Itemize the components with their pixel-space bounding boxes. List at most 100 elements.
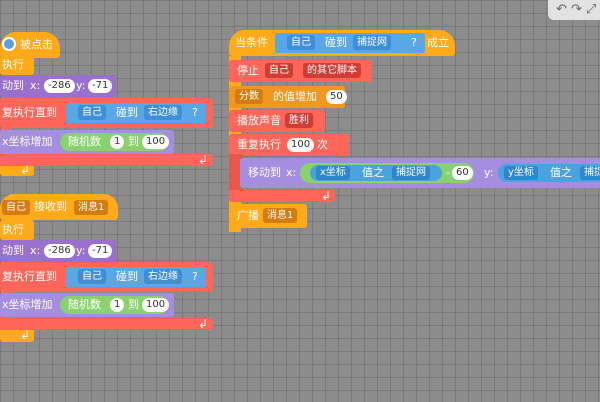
random-from-input[interactable]: 1 xyxy=(110,298,125,312)
x-input[interactable]: -286 xyxy=(44,244,75,258)
target-dropdown[interactable]: 捕捉网 xyxy=(353,35,391,50)
loop-arrow-icon: ↲ xyxy=(198,153,209,167)
loop-arrow-icon: ↲ xyxy=(198,317,209,331)
fullscreen-icon[interactable]: ⤢ xyxy=(586,1,596,19)
broadcast-label: 广播 xyxy=(237,209,259,222)
broadcast-block[interactable]: 广播 消息1 xyxy=(229,204,307,228)
y-label: y: xyxy=(76,79,86,92)
repeat-until-block[interactable]: 复执行直到 自己 碰到 右边缘 ? xyxy=(0,98,213,128)
x-expression[interactable]: x坐标 值之 捕捉网 - 60 xyxy=(300,163,474,183)
minus-input[interactable]: 60 xyxy=(452,166,473,180)
forever-block[interactable]: 执行 xyxy=(0,55,34,75)
sensing-reporter[interactable]: x坐标 值之 捕捉网 xyxy=(310,165,442,181)
question-label: ? xyxy=(192,270,198,283)
who-dropdown[interactable]: 自己 xyxy=(2,200,30,215)
random-to-input[interactable]: 100 xyxy=(142,298,170,312)
loop-arrow-icon: ↲ xyxy=(321,189,332,203)
y-input[interactable]: -71 xyxy=(88,79,113,93)
self-dropdown[interactable]: 自己 xyxy=(287,35,315,50)
moveto-label: 动到 xyxy=(2,244,24,257)
moveto-label: 动到 xyxy=(2,79,24,92)
increase-label: 的值增加 xyxy=(273,90,317,103)
touching-condition[interactable]: 自己 碰到 右边缘 ? xyxy=(66,267,206,287)
change-var-block[interactable]: 分数 的值增加 50 xyxy=(229,86,347,108)
repeat-block[interactable]: 重复执行 100 次 xyxy=(229,134,349,156)
y-label: y: xyxy=(484,166,494,179)
y-input[interactable]: -71 xyxy=(88,244,113,258)
random-label: 随机数 xyxy=(68,135,101,148)
when-receive-hat-block[interactable]: 自己 接收到 消息1 xyxy=(0,194,118,220)
change-x-block[interactable]: x坐标增加 随机数 1 到 100 xyxy=(0,293,174,317)
stop-block[interactable]: 停止 自己 的其它脚本 xyxy=(229,60,372,82)
x-input[interactable]: -286 xyxy=(44,79,75,93)
x-label: x: xyxy=(286,166,297,179)
play-sound-block[interactable]: 播放声音 胜利 xyxy=(229,110,325,132)
attribute-dropdown[interactable]: x坐标 xyxy=(316,166,350,180)
change-x-label: x坐标增加 xyxy=(2,135,53,148)
change-x-block[interactable]: x坐标增加 随机数 1 到 100 xyxy=(0,130,174,154)
x-label: x: xyxy=(30,244,41,257)
repeat-count-input[interactable]: 100 xyxy=(287,138,315,152)
edge-dropdown[interactable]: 右边缘 xyxy=(144,105,182,120)
increase-input[interactable]: 50 xyxy=(326,90,347,104)
to-label: 到 xyxy=(128,135,139,148)
to-label: 到 xyxy=(128,298,139,311)
random-reporter[interactable]: 随机数 1 到 100 xyxy=(60,296,170,314)
holds-label: 成立 xyxy=(427,36,449,49)
stop-label: 停止 xyxy=(237,64,259,77)
repeat-until-block[interactable]: 复执行直到 自己 碰到 右边缘 ? xyxy=(0,262,213,292)
sprite-icon xyxy=(2,37,16,51)
touch-label: 碰到 xyxy=(116,106,138,119)
repeat-until-foot: ↲ xyxy=(0,154,213,166)
sound-dropdown[interactable]: 胜利 xyxy=(285,113,313,128)
forever-block[interactable]: 执行 xyxy=(0,220,34,240)
moveto-block[interactable]: 动到 x: -286 y: -71 xyxy=(0,75,116,97)
repeat-until-foot: ↲ xyxy=(0,318,213,330)
random-to-input[interactable]: 100 xyxy=(142,135,170,149)
self-dropdown[interactable]: 自己 xyxy=(78,269,106,284)
touching-condition[interactable]: 自己 碰到 右边缘 ? xyxy=(66,103,206,123)
y-label: y: xyxy=(76,244,86,257)
redo-icon[interactable]: ↷ xyxy=(571,1,582,19)
forever-label: 执行 xyxy=(2,58,24,71)
repeat-until-label: 复执行直到 xyxy=(2,106,57,119)
touching-condition[interactable]: 自己 碰到 捕捉网 ? xyxy=(275,33,425,53)
value-label: 值之 xyxy=(550,166,572,179)
self-dropdown[interactable]: 自己 xyxy=(78,105,106,120)
question-label: ? xyxy=(192,106,198,119)
x-label: x: xyxy=(30,79,41,92)
y-attribute-dropdown[interactable]: y坐标 xyxy=(504,166,538,180)
object-dropdown[interactable]: 捕捉网 xyxy=(392,166,430,180)
when-label: 当条件 xyxy=(235,36,268,49)
minus-label: - xyxy=(446,166,450,179)
when-condition-hat-block[interactable]: 当条件 自己 碰到 捕捉网 ? 成立 xyxy=(229,30,455,56)
repeat-until-label: 复执行直到 xyxy=(2,270,57,283)
receive-label: 接收到 xyxy=(34,200,67,213)
random-label: 随机数 xyxy=(68,298,101,311)
y-sensing-reporter[interactable]: y坐标 值之 捕捉 xyxy=(498,164,600,182)
forever-label: 执行 xyxy=(2,223,24,236)
random-from-input[interactable]: 1 xyxy=(110,135,125,149)
change-x-label: x坐标增加 xyxy=(2,298,53,311)
random-reporter[interactable]: 随机数 1 到 100 xyxy=(60,133,170,151)
stop-who-dropdown[interactable]: 自己 xyxy=(265,63,293,78)
message-dropdown[interactable]: 消息1 xyxy=(74,200,109,215)
repeat-label: 重复执行 xyxy=(237,138,281,151)
editor-toolbar: ↶ ↷ ⤢ xyxy=(548,0,600,20)
forever-foot: ↲ xyxy=(0,163,34,177)
moveto-block[interactable]: 移动到 x: x坐标 值之 捕捉网 - 60 y: y坐标 值之 捕捉 xyxy=(240,158,600,188)
times-label: 次 xyxy=(317,138,328,151)
moveto-label: 移动到 xyxy=(248,166,281,179)
broadcast-dropdown[interactable]: 消息1 xyxy=(263,208,298,223)
forever-foot: ↲ xyxy=(0,328,34,342)
undo-icon[interactable]: ↶ xyxy=(556,1,567,19)
loop-arrow-icon: ↲ xyxy=(20,163,31,177)
touch-label: 碰到 xyxy=(116,270,138,283)
stop-what-dropdown[interactable]: 的其它脚本 xyxy=(303,63,361,78)
loop-arrow-icon: ↲ xyxy=(20,328,31,342)
y-object-dropdown[interactable]: 捕捉 xyxy=(580,166,600,180)
moveto-block[interactable]: 动到 x: -286 y: -71 xyxy=(0,240,116,262)
value-label: 值之 xyxy=(362,166,384,179)
edge-dropdown[interactable]: 右边缘 xyxy=(144,269,182,284)
variable-dropdown[interactable]: 分数 xyxy=(235,89,263,104)
